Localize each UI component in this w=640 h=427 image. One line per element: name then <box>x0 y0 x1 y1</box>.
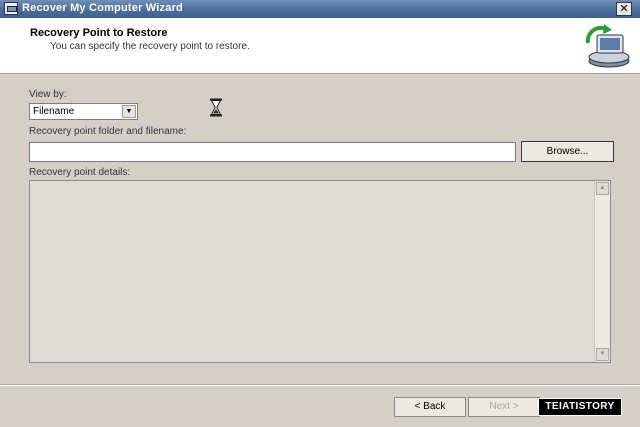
next-button[interactable]: Next > <box>468 397 540 417</box>
window-title: Recover My Computer Wizard <box>22 2 183 14</box>
watermark-badge: TEIATISTORY <box>538 398 622 416</box>
recovery-point-path-input[interactable] <box>29 142 516 162</box>
browse-button[interactable]: Browse... <box>521 141 614 162</box>
chevron-down-icon[interactable]: ▼ <box>122 105 136 118</box>
wizard-header: Recovery Point to Restore You can specif… <box>0 18 640 74</box>
recovery-point-path-label: Recovery point folder and filename: <box>29 126 187 137</box>
close-button[interactable]: ✕ <box>616 2 632 16</box>
computer-restore-icon <box>585 24 630 68</box>
details-scrollbar[interactable]: ▲ ▼ <box>594 181 610 362</box>
recovery-point-details-label: Recovery point details: <box>29 167 131 178</box>
view-by-select[interactable]: Filename ▼ <box>29 103 138 120</box>
view-by-selected-value: Filename <box>33 106 75 117</box>
view-by-label: View by: <box>29 89 67 100</box>
back-button[interactable]: < Back <box>394 397 466 417</box>
scroll-down-arrow-icon[interactable]: ▼ <box>596 348 609 361</box>
page-subtitle: You can specify the recovery point to re… <box>50 41 250 52</box>
scroll-up-arrow-icon[interactable]: ▲ <box>596 182 609 195</box>
app-icon <box>4 2 18 15</box>
footer-divider <box>0 384 640 386</box>
window-titlebar[interactable]: Recover My Computer Wizard ✕ <box>0 0 640 18</box>
recovery-point-details-box[interactable]: ▲ ▼ <box>29 180 611 363</box>
page-title: Recovery Point to Restore <box>30 27 168 39</box>
hourglass-icon <box>210 98 222 117</box>
